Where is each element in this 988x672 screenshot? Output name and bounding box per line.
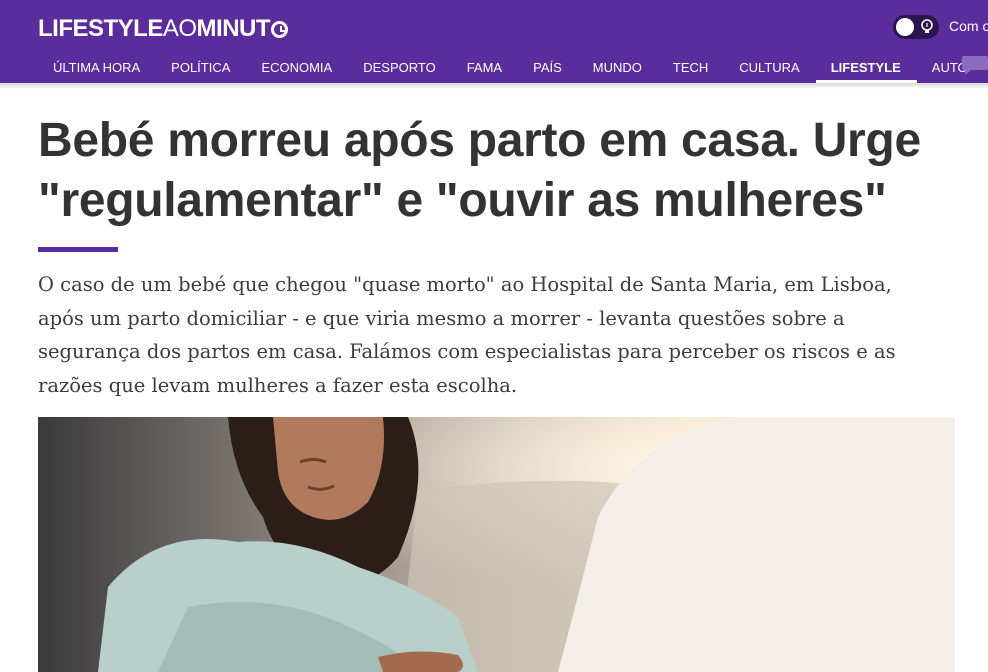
dark-mode-toggle[interactable]	[893, 15, 939, 39]
logo-part-minuto: MINUT	[196, 15, 271, 42]
toggle-knob	[896, 18, 914, 36]
nav-item-economia[interactable]: Economia	[246, 52, 348, 83]
nav-item-desporto[interactable]: Desporto	[348, 52, 451, 83]
header-shadow	[0, 83, 988, 89]
article-headline: Bebé morreu após parto em casa. Urge "re…	[38, 114, 921, 227]
main-nav: Última Hora Política Economia Desporto F…	[38, 52, 984, 84]
nav-item-cultura[interactable]: Cultura	[724, 52, 815, 83]
logo-part-ao: AO	[162, 15, 197, 42]
chat-icon[interactable]	[962, 55, 988, 75]
nav-item-ultima-hora[interactable]: Última Hora	[38, 52, 156, 83]
logo-part-lifestyle: LIFESTYLE	[38, 15, 163, 42]
headline-accent-bar	[38, 247, 118, 252]
nav-item-mundo[interactable]: Mundo	[578, 52, 658, 83]
site-header: LIFESTYLE AO MINUT Com o Última Hora Polít…	[0, 0, 988, 84]
site-logo[interactable]: LIFESTYLE AO MINUT	[38, 15, 289, 42]
nav-item-fama[interactable]: Fama	[452, 52, 518, 83]
article-photo	[38, 417, 955, 672]
article-photo-illustration	[38, 417, 955, 672]
nav-item-pais[interactable]: País	[518, 52, 578, 83]
nav-item-tech[interactable]: Tech	[658, 52, 724, 83]
clock-icon	[271, 20, 289, 38]
nav-item-politica[interactable]: Política	[156, 52, 246, 83]
nav-item-lifestyle[interactable]: Lifestyle	[815, 52, 917, 84]
lightbulb-icon	[921, 19, 933, 33]
article-lead: O caso de um bebé que chegou "quase mort…	[38, 273, 896, 397]
toggle-label: Com o	[949, 18, 988, 34]
